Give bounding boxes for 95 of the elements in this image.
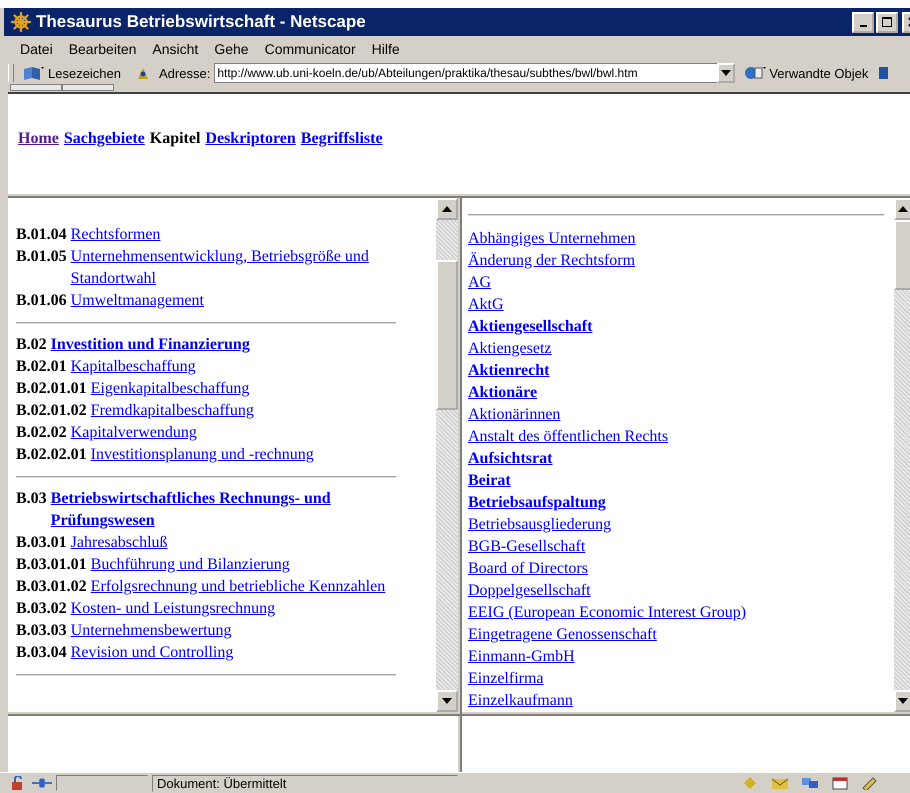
chapter-link[interactable]: Unternehmensentwicklung, Betriebsgröße und Standortwahl [70,246,396,290]
chapter-code: B.01.06 [16,291,67,311]
up-arrow-icon [442,206,452,212]
menu-item[interactable]: Datei [12,41,61,57]
chapter-code: B.02.01.01 [16,379,87,399]
menu-item[interactable]: Hilfe [364,41,408,57]
chapter-code: B.03 [16,489,47,509]
term-link[interactable]: Beirat [468,472,511,489]
chapter-code: B.02.01.02 [16,401,87,421]
term-link[interactable]: Betriebsausgliederung [468,516,612,533]
scrollbar-thumb[interactable] [894,220,910,290]
scroll-up-button[interactable] [894,198,910,220]
chapter-code: B.03.01 [16,533,67,553]
up-arrow-icon [898,206,908,212]
menu-item[interactable]: Bearbeiten [60,41,144,57]
term-link[interactable]: Anstalt des öffentlichen Rechts [468,428,668,445]
term-link[interactable]: BGB-Gesellschaft [468,538,586,555]
term-link[interactable]: Einzelkaufmann [468,692,573,709]
chapter-code: B.01.04 [16,225,67,245]
nav-current-page: Kapitel [150,130,200,148]
ship-wheel-icon [10,11,32,33]
term-link[interactable]: EEIG (European Economic Interest Group) [468,604,746,621]
down-arrow-icon [898,698,908,704]
address-label: Adresse: [159,66,210,80]
chapter-link[interactable]: Revision und Controlling [70,642,234,664]
scroll-down-button[interactable] [436,690,458,712]
chapter-code: B.03.03 [16,621,67,641]
mail-icon[interactable] [770,776,790,790]
maximize-icon [881,16,893,28]
term-link[interactable]: Einmann-GmbH [468,648,575,665]
collapsed-toolbar-tab[interactable] [10,84,62,91]
chapter-code: B.02 [16,335,47,355]
globe-icon [743,65,768,81]
term-link[interactable]: Aktionäre [468,384,538,401]
term-link[interactable]: Abhängiges Unternehmen [468,230,636,247]
chapter-code: B.03.02 [16,599,67,619]
nav-link[interactable]: Sachgebiete [64,130,145,148]
chapter-link[interactable]: Fremdkapitalbeschaffung [90,400,254,422]
chapter-code: B.02.01 [16,357,67,377]
menu-item[interactable]: Communicator [256,41,364,57]
term-link[interactable]: Änderung der Rechtsform [468,252,636,269]
scroll-up-button[interactable] [436,198,458,220]
window-title: Thesaurus Betriebswirtschaft - Netscape [36,12,366,32]
connection-icon [32,776,52,790]
term-link[interactable]: Board of Directors [468,560,588,577]
toolbar-grip[interactable] [8,64,14,82]
chapter-code: B.03.01.01 [16,555,87,575]
menu-item[interactable]: Ansicht [144,41,206,57]
term-link[interactable]: Betriebsaufspaltung [468,494,606,511]
chapter-link[interactable]: Unternehmensbewertung [70,620,232,642]
term-link[interactable]: Aktiengesetz [468,340,552,357]
nav-link[interactable]: Begriffsliste [300,130,383,148]
chapter-link[interactable]: Umweltmanagement [70,290,204,312]
menu-item[interactable]: Gehe [206,41,257,57]
chapter-link[interactable]: Eigenkapitalbeschaffung [90,378,250,400]
chapter-link[interactable]: Rechtsformen [70,224,160,246]
book-icon [22,65,46,81]
down-arrow-icon [442,698,452,704]
chapter-code: B.02.02.01 [16,445,87,465]
caret-icon [721,70,732,76]
term-link[interactable]: AG [468,274,492,291]
scrollbar-thumb[interactable] [436,260,458,410]
minimize-button[interactable] [852,12,874,32]
dropdown-button[interactable] [717,63,736,83]
term-link[interactable]: Aktiengesellschaft [468,318,592,335]
chapter-link[interactable]: Investition und Finanzierung [50,334,250,356]
chapter-link[interactable]: Investitionsplanung und -rechnung [90,444,314,466]
term-link[interactable]: Aktienrecht [468,362,550,379]
chapter-link[interactable]: Betriebswirtschaftliches Rechnungs- und Prüfungswesen [50,488,396,532]
status-text: Dokument: Übermittelt [152,774,458,792]
chapter-code: B.02.02 [16,423,67,443]
chapter-link[interactable]: Kosten- und Leistungsrechnung [70,598,276,620]
minimize-icon [860,25,866,27]
collapsed-toolbar-tab[interactable] [62,84,114,91]
address-field[interactable]: http://www.ub.uni-koeln.de/ub/Abteilungen/praktika/thesau/subthes/bwl/bwl.htm [214,63,718,83]
term-link[interactable]: Aufsichtsrat [468,450,552,467]
bookmarks-button[interactable]: Lesezeichen [18,65,125,81]
chapter-link[interactable]: Kapitalverwendung [70,422,197,444]
chapter-link[interactable]: Buchführung und Bilanzierung [90,554,290,576]
chapter-link[interactable]: Kapitalbeschaffung [70,356,196,378]
chapter-code: B.03.01.02 [16,577,87,597]
nav-link[interactable]: Deskriptoren [205,130,296,148]
maximize-button[interactable] [876,12,898,32]
chapter-code: B.01.05 [16,247,67,267]
term-link[interactable]: AktG [468,296,504,313]
nav-link[interactable]: Home [18,130,59,148]
term-link[interactable]: Doppelgesellschaft [468,582,591,599]
scroll-down-button[interactable] [894,690,910,712]
related-objects-button[interactable]: Verwandte Objek [739,65,872,81]
term-link[interactable]: Aktionärinnen [468,406,560,423]
term-link[interactable]: Eingetragene Genossenschaft [468,626,657,643]
chapter-link[interactable]: Erfolgsrechnung und betriebliche Kennzahlen [90,576,386,598]
term-link[interactable]: Einzelfirma [468,670,544,687]
chapter-code: B.03.04 [16,643,67,663]
chapter-link[interactable]: Jahresabschluß [70,532,168,554]
